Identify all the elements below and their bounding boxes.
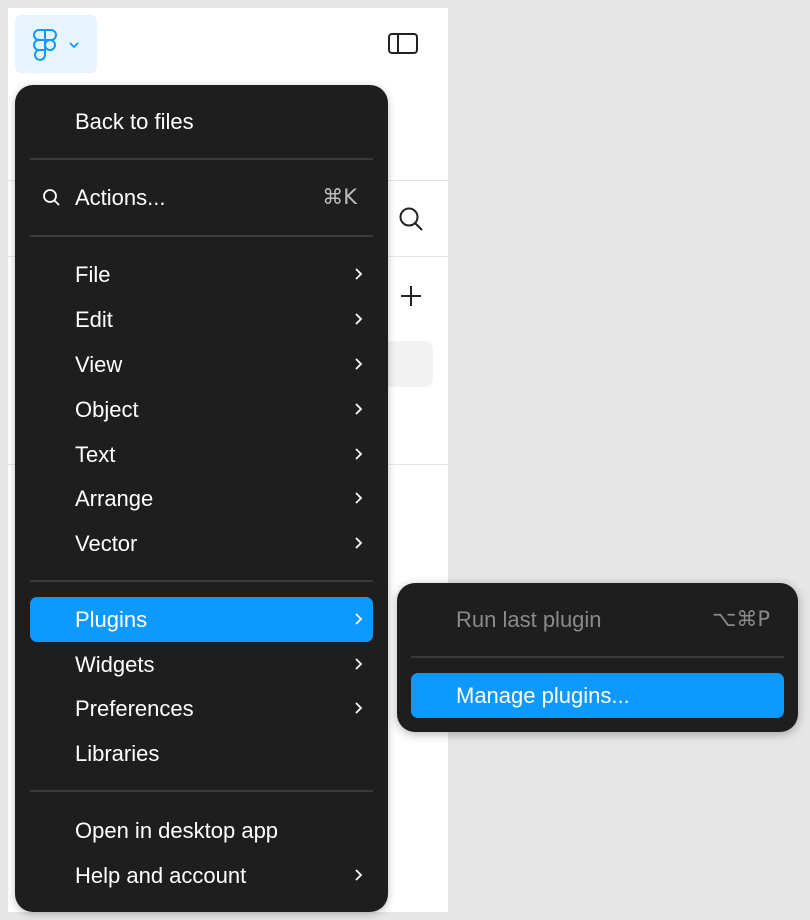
menu-item-back-to-files[interactable]: Back to files [30,99,373,144]
menu-item-label: Help and account [75,863,247,888]
chevron-right-icon [355,313,363,325]
menu-item-actions[interactable]: Actions... ⌘K [30,175,373,220]
menu-item-label: Preferences [75,696,194,721]
sidebar-toggle-icon[interactable] [388,32,418,56]
chevron-right-icon [355,613,363,625]
menu-item-label: Text [75,442,116,467]
menu-separator [30,790,373,792]
menu-item-widgets[interactable]: Widgets [30,642,373,687]
menu-item-vector[interactable]: Vector [30,521,373,566]
menu-item-label: Object [75,397,139,422]
menu-item-object[interactable]: Object [30,387,373,432]
chevron-right-icon [355,869,363,881]
menu-item-label: Vector [75,531,138,556]
submenu-item-label: Manage plugins... [456,683,630,708]
menu-item-label: Arrange [75,486,154,511]
menu-item-label: Back to files [75,109,194,134]
shortcut-label: ⌥⌘P [712,607,770,631]
figma-logo-icon [33,29,57,61]
chevron-right-icon [355,537,363,549]
chevron-right-icon [355,448,363,460]
chevron-right-icon [355,658,363,670]
menu-item-open-desktop-app[interactable]: Open in desktop app [30,808,373,853]
menu-item-preferences[interactable]: Preferences [30,686,373,731]
search-icon [43,189,60,206]
chevron-right-icon [355,492,363,504]
search-icon[interactable] [398,206,424,232]
menu-separator [30,235,373,237]
chevron-down-icon [69,42,79,49]
menu-item-label: Edit [75,307,113,332]
menu-separator [30,158,373,160]
chevron-right-icon [355,403,363,415]
menu-item-label: Libraries [75,741,160,766]
menu-item-plugins[interactable]: Plugins [30,597,373,642]
menu-item-label: Plugins [75,607,148,632]
main-menu: Back to files Actions... ⌘K File Edit Vi… [15,85,388,912]
menu-separator [411,656,784,658]
shortcut-label: ⌘K [322,185,357,209]
menu-item-label: View [75,352,123,377]
menu-item-edit[interactable]: Edit [30,297,373,342]
menu-item-label: Actions... [75,185,166,210]
main-menu-button[interactable] [15,15,97,73]
submenu-item-manage-plugins[interactable]: Manage plugins... [411,673,784,718]
menu-item-view[interactable]: View [30,342,373,387]
menu-separator [30,580,373,582]
menu-item-text[interactable]: Text [30,432,373,477]
chevron-right-icon [355,268,363,280]
plugins-submenu: Run last plugin ⌥⌘P Manage plugins... [397,583,798,732]
menu-item-label: File [75,262,111,287]
chevron-right-icon [355,702,363,714]
menu-item-arrange[interactable]: Arrange [30,476,373,521]
menu-item-file[interactable]: File [30,252,373,297]
menu-item-help-and-account[interactable]: Help and account [30,853,373,898]
chevron-right-icon [355,358,363,370]
menu-item-libraries[interactable]: Libraries [30,731,373,776]
plus-icon[interactable] [399,284,423,308]
menu-item-label: Open in desktop app [75,818,279,843]
menu-item-label: Widgets [75,652,155,677]
submenu-item-run-last-plugin: Run last plugin ⌥⌘P [411,597,784,642]
submenu-item-label: Run last plugin [456,607,602,632]
